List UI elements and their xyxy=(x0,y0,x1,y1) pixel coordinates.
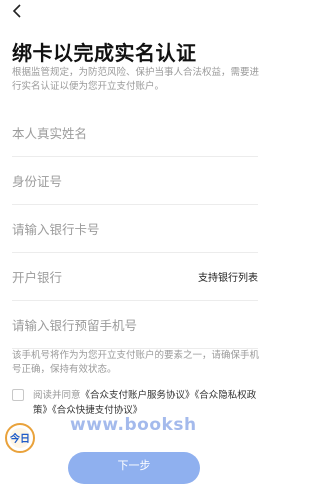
id-number-field[interactable]: 身份证号 xyxy=(12,156,258,205)
agreement-row: 阅读并同意《合众支付账户服务协议》《合众隐私权政策》《合众快捷支付协议》 xyxy=(12,388,262,418)
back-button[interactable] xyxy=(6,0,28,22)
agreement-text: 阅读并同意《合众支付账户服务协议》《合众隐私权政策》《合众快捷支付协议》 xyxy=(33,388,262,418)
agreement-checkbox[interactable] xyxy=(12,389,24,401)
watermark-text: www.booksh xyxy=(70,415,197,435)
phone-field[interactable]: 请输入银行预留手机号 xyxy=(12,300,258,349)
id-number-placeholder: 身份证号 xyxy=(12,173,63,189)
bank-label: 开户银行 xyxy=(12,269,63,285)
page-subtitle: 根据监管规定，为防范风险、保护当事人合法权益，需要进行实名认证以便为您开立支付账… xyxy=(12,67,260,92)
phone-note: 该手机号将作为为您开立支付账户的要素之一，请确保手机号正确，保持有效状态。 xyxy=(12,350,260,375)
supported-banks-link[interactable]: 支持银行列表 xyxy=(198,269,258,284)
badge-logo-icon: 今日 xyxy=(5,423,35,453)
next-step-button[interactable]: 下一步 xyxy=(68,452,200,484)
real-name-field[interactable]: 本人真实姓名 xyxy=(12,108,258,157)
bank-card-field[interactable]: 请输入银行卡号 xyxy=(12,204,258,253)
bank-select-field[interactable]: 开户银行 支持银行列表 xyxy=(12,252,258,301)
phone-placeholder: 请输入银行预留手机号 xyxy=(12,317,138,333)
badge-text: 今日 xyxy=(9,432,30,445)
page-title: 绑卡以完成实名认证 xyxy=(12,41,197,65)
bank-card-placeholder: 请输入银行卡号 xyxy=(12,221,100,237)
real-name-placeholder: 本人真实姓名 xyxy=(12,125,88,141)
agreement-prefix: 阅读并同意 xyxy=(33,390,81,401)
chevron-left-icon xyxy=(12,4,21,18)
